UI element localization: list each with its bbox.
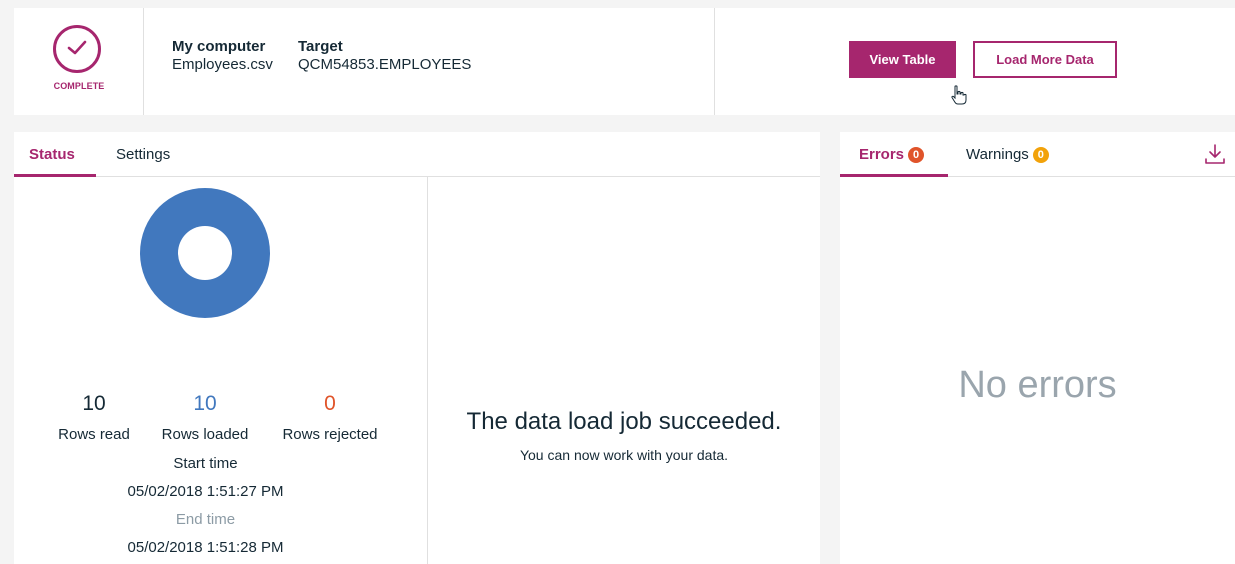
complete-check-icon: [53, 25, 101, 73]
success-message-title: The data load job succeeded.: [466, 408, 782, 435]
target-column: Target QCM54853.EMPLOYEES: [298, 38, 471, 74]
rows-rejected-value: 0: [324, 392, 336, 415]
tab-errors-label: Errors: [859, 146, 905, 163]
status-panel: Status Settings 10 Rows read 10 Rows loa…: [14, 132, 820, 564]
status-tabbar: Status Settings: [14, 132, 820, 177]
rows-loaded-stat: 10 Rows loaded: [140, 392, 270, 443]
view-table-button[interactable]: View Table: [849, 41, 956, 78]
download-icon[interactable]: [1203, 142, 1227, 166]
rows-loaded-value: 10: [193, 392, 217, 415]
target-heading: Target: [298, 38, 343, 55]
source-column: My computer Employees.csv: [172, 38, 273, 74]
job-status-indicator: COMPLETE: [14, 8, 144, 115]
job-status-label: COMPLETE: [53, 81, 105, 91]
tab-settings[interactable]: Settings: [116, 146, 170, 163]
active-tab-indicator: [840, 174, 948, 177]
warnings-count-badge: 0: [1032, 147, 1049, 163]
source-heading: My computer: [172, 38, 266, 55]
no-errors-message: No errors: [958, 364, 1117, 406]
load-more-data-button[interactable]: Load More Data: [973, 41, 1117, 78]
rows-loaded-label: Rows loaded: [161, 426, 249, 443]
end-time-label: End time: [175, 511, 236, 528]
tab-status[interactable]: Status: [29, 146, 75, 163]
panel-divider: [427, 177, 428, 564]
rows-donut-chart: [140, 188, 270, 318]
tab-errors[interactable]: Errors 0: [859, 146, 925, 163]
donut-hole: [178, 226, 232, 280]
errors-count-badge: 0: [908, 147, 925, 163]
hand-pointer-cursor-icon: [951, 85, 967, 105]
success-message-subtitle: You can now work with your data.: [519, 447, 729, 463]
start-time-label: Start time: [173, 455, 238, 472]
errors-panel: Errors 0 Warnings 0 No errors: [840, 132, 1235, 564]
end-time-value: 05/02/2018 1:51:28 PM: [127, 539, 284, 556]
rows-rejected-stat: 0 Rows rejected: [265, 392, 395, 443]
target-table-name: QCM54853.EMPLOYEES: [298, 56, 472, 73]
errors-tabbar: Errors 0 Warnings 0: [840, 132, 1235, 177]
source-file-name: Employees.csv: [172, 56, 273, 73]
start-time-value: 05/02/2018 1:51:27 PM: [127, 483, 284, 500]
header-divider: [714, 8, 715, 115]
tab-warnings-label: Warnings: [966, 146, 1029, 163]
active-tab-indicator: [14, 174, 96, 177]
tab-warnings[interactable]: Warnings 0: [966, 146, 1049, 163]
job-summary-header: COMPLETE My computer Employees.csv Targe…: [14, 8, 1235, 115]
rows-rejected-label: Rows rejected: [282, 426, 378, 443]
